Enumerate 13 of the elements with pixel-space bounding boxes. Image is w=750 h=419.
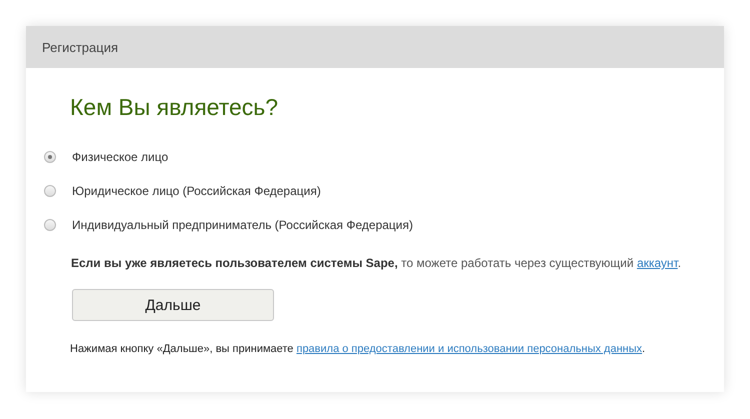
consent-note: Нажимая кнопку «Дальше», вы принимаете правила о предоставлении и использовании персональных данных. — [70, 343, 646, 355]
header-title: Регистрация — [42, 40, 118, 54]
rules-link[interactable]: правила о предоставлении и использовании персональных данных — [296, 343, 642, 355]
radio-button[interactable] — [44, 150, 56, 162]
account-note: Если вы уже являетесь пользователем системы Sape, то можете работать через существующий аккаунт. — [71, 256, 682, 270]
option-label: Физическое лицо — [72, 150, 168, 164]
option-label: Индивидуальный предприниматель (Российская Федерация) — [72, 218, 413, 232]
account-link[interactable]: аккаунт — [636, 256, 678, 270]
radio-button[interactable] — [44, 218, 56, 230]
next-button[interactable]: Дальше — [72, 289, 274, 321]
option-label: Юридическое лицо (Российская Федерация) — [72, 184, 321, 198]
heading: Кем Вы являетесь? — [70, 93, 280, 121]
radio-button[interactable] — [44, 184, 56, 196]
